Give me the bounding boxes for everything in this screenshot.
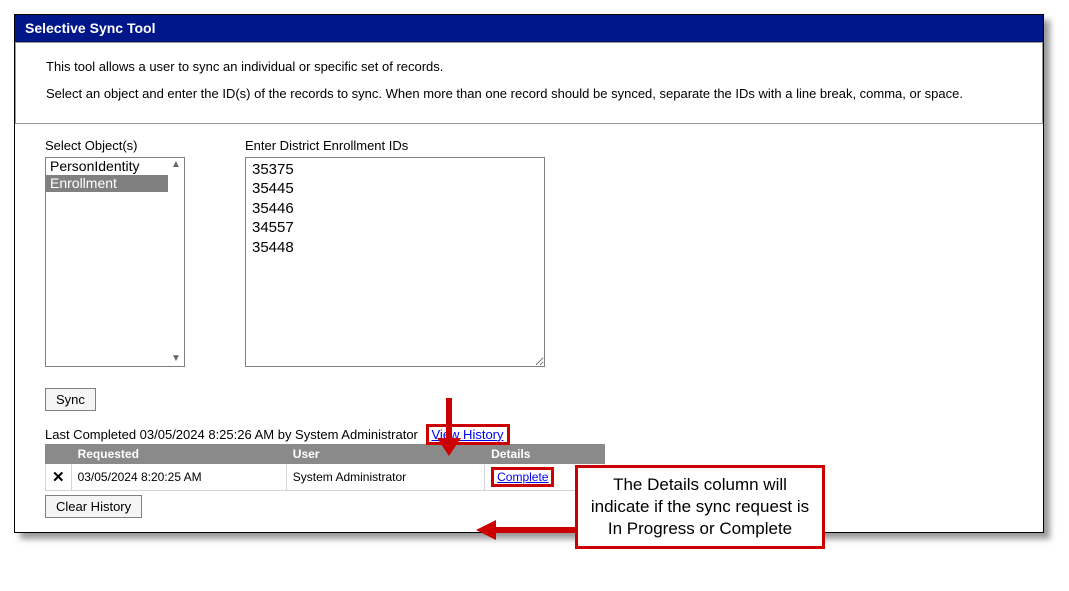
objects-label: Select Object(s) [45,138,245,153]
table-row: ✕ 03/05/2024 8:20:25 AM System Administr… [46,463,605,490]
intro-line-1: This tool allows a user to sync an indiv… [46,57,1030,78]
title-bar: Selective Sync Tool [15,15,1043,42]
object-option-personidentity[interactable]: PersonIdentity [46,158,168,175]
clear-history-button[interactable]: Clear History [45,495,142,518]
listbox-scroll-down-icon[interactable]: ▼ [168,352,184,366]
ids-label: Enter District Enrollment IDs [245,138,625,153]
last-completed-text: Last Completed 03/05/2024 8:25:26 AM by … [45,427,418,442]
listbox-scroll-up-icon[interactable]: ▲ [168,158,184,172]
annotation-arrow-down-icon [431,398,467,458]
history-user-cell: System Administrator [286,463,484,490]
page-title: Selective Sync Tool [25,20,155,36]
history-requested-cell: 03/05/2024 8:20:25 AM [71,463,286,490]
history-col-delete [46,444,72,463]
annotation-callout: The Details column will indicate if the … [575,465,825,549]
intro-box: This tool allows a user to sync an indiv… [15,42,1043,124]
ids-textarea[interactable] [245,157,545,367]
intro-line-2: Select an object and enter the ID(s) of … [46,84,1030,105]
sync-button[interactable]: Sync [45,388,96,411]
page-container: Selective Sync Tool This tool allows a u… [14,14,1044,533]
history-header-row: Requested User Details [46,444,605,463]
objects-listbox[interactable]: PersonIdentity Enrollment ▲ ▼ [45,157,185,367]
delete-row-icon[interactable]: ✕ [52,468,65,486]
history-details-link[interactable]: Complete [491,467,554,487]
object-option-enrollment[interactable]: Enrollment [46,175,168,192]
history-table: Requested User Details ✕ 03/05/2024 8:20… [45,444,605,491]
annotation-arrow-left-icon [474,518,584,542]
form-area: Select Object(s) PersonIdentity Enrollme… [15,124,1043,380]
history-col-details: Details [485,444,605,463]
status-row: Last Completed 03/05/2024 8:25:26 AM by … [15,421,1043,442]
history-col-requested: Requested [71,444,286,463]
